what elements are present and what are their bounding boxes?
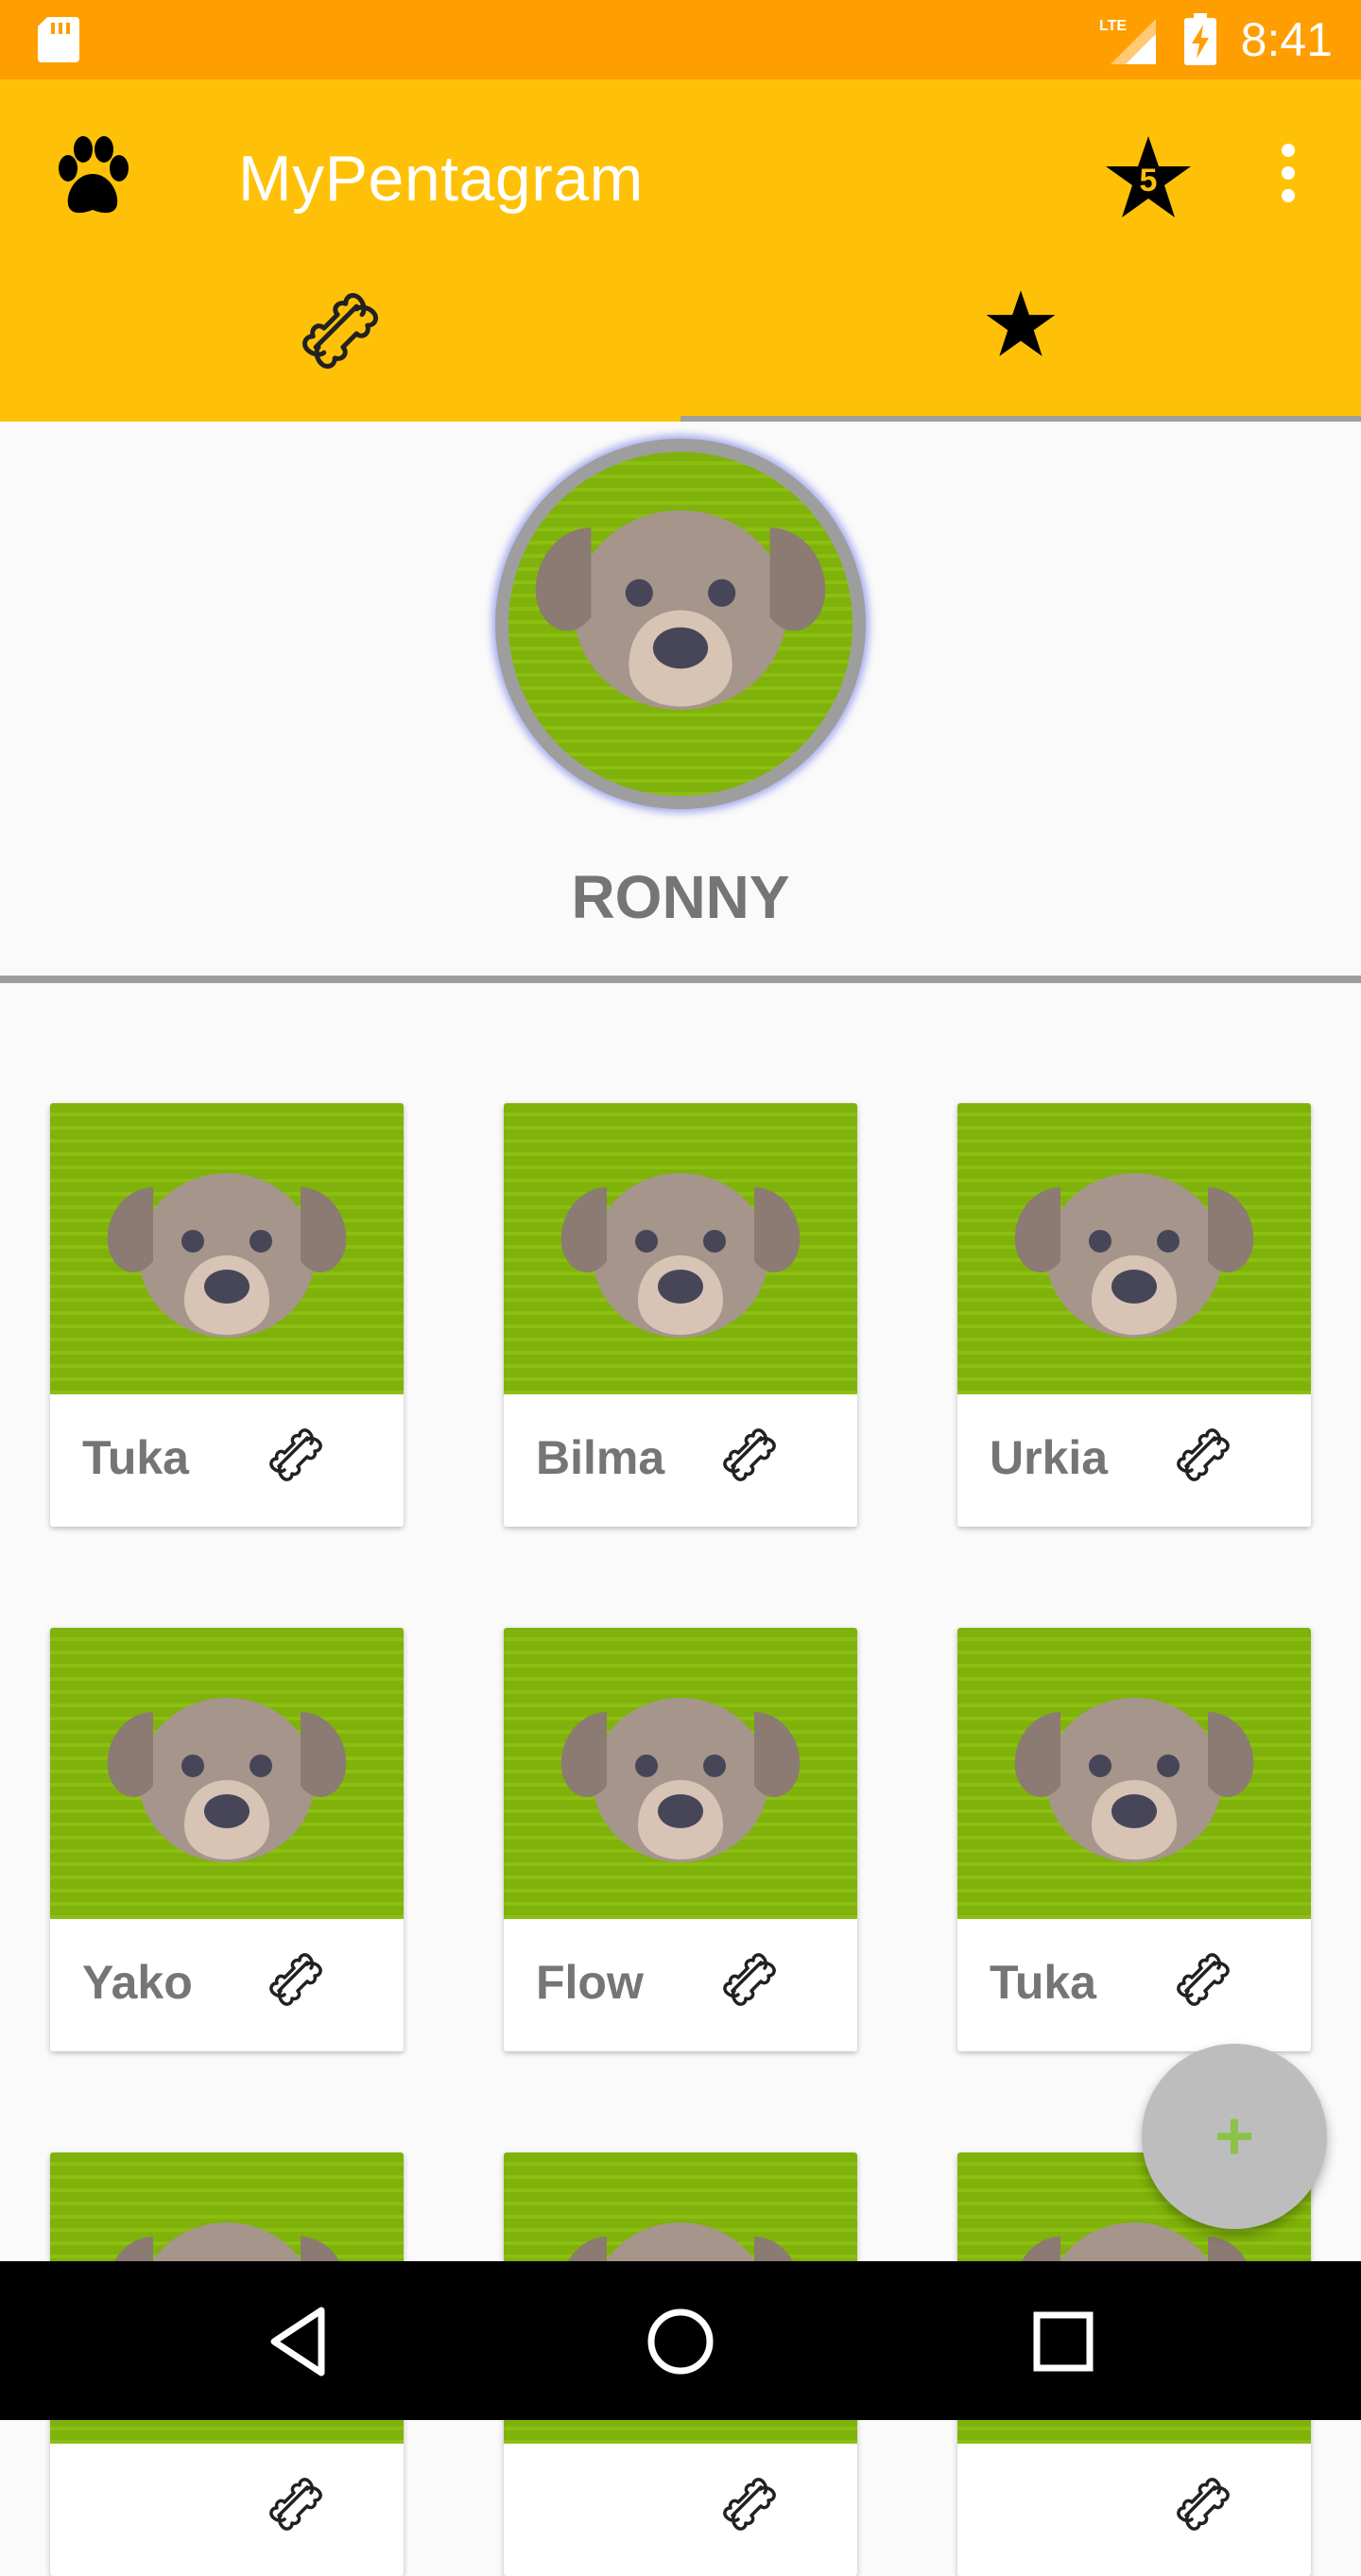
pet-name: Urkia bbox=[990, 1431, 1109, 1484]
pet-card[interactable]: Tuka bbox=[50, 1103, 404, 1527]
dot bbox=[1282, 144, 1295, 157]
pet-name: Flow bbox=[536, 1956, 644, 2009]
bone-icon bbox=[297, 287, 384, 374]
app-bar: MyPentagram 5 bbox=[0, 79, 1361, 422]
dot bbox=[1282, 189, 1295, 202]
bone-like-icon[interactable] bbox=[719, 2474, 780, 2534]
pet-name: Bilma bbox=[536, 1431, 665, 1484]
clock: 8:41 bbox=[1240, 13, 1333, 66]
avatar-photo bbox=[508, 452, 853, 796]
home-icon[interactable] bbox=[638, 2299, 723, 2384]
profile-name: RONNY bbox=[571, 863, 790, 931]
pet-photo bbox=[957, 1628, 1311, 1919]
rating-count: 5 bbox=[1139, 162, 1158, 199]
pet-photo bbox=[957, 1103, 1311, 1394]
app-title: MyPentagram bbox=[238, 143, 644, 215]
dog-face-icon bbox=[1014, 1173, 1254, 1338]
bone-like-icon[interactable] bbox=[266, 1949, 326, 2010]
pet-name: Tuka bbox=[82, 1431, 189, 1484]
pet-name: Yako bbox=[82, 1956, 193, 2009]
pet-photo bbox=[504, 1103, 857, 1394]
pet-photo bbox=[50, 1628, 404, 1919]
dog-face-icon bbox=[1014, 1698, 1254, 1862]
paw-icon bbox=[59, 136, 129, 214]
divider bbox=[0, 976, 1361, 983]
bone-like-icon[interactable] bbox=[266, 1425, 326, 1485]
add-pet-button[interactable]: + bbox=[1142, 2044, 1327, 2229]
pet-photo bbox=[504, 1628, 857, 1919]
status-bar: LTE 8:41 bbox=[0, 0, 1361, 79]
navigation-bar bbox=[0, 2261, 1361, 2420]
dog-face-icon bbox=[560, 1173, 801, 1338]
tab-favorites[interactable] bbox=[680, 268, 1361, 422]
battery-charging-icon bbox=[1183, 13, 1216, 65]
star-icon bbox=[986, 290, 1056, 356]
pet-card[interactable]: Yako bbox=[50, 1628, 404, 2051]
pet-card[interactable]: Bilma bbox=[504, 1103, 857, 1527]
signal-lte-icon: LTE bbox=[1099, 18, 1156, 64]
profile-avatar[interactable] bbox=[495, 439, 866, 809]
dog-face-icon bbox=[107, 1698, 347, 1862]
favorites-rating-button[interactable]: 5 bbox=[1104, 132, 1193, 221]
dot bbox=[1282, 166, 1295, 180]
bone-like-icon[interactable] bbox=[719, 1425, 780, 1485]
dog-face-icon bbox=[535, 510, 826, 710]
tab-indicator-track bbox=[680, 416, 1361, 422]
sd-card-icon bbox=[38, 17, 79, 62]
bone-like-icon[interactable] bbox=[719, 1949, 780, 2010]
tab-indicator bbox=[0, 416, 680, 422]
recents-icon[interactable] bbox=[1021, 2299, 1106, 2384]
pet-photo bbox=[50, 1103, 404, 1394]
bone-like-icon[interactable] bbox=[1173, 1425, 1233, 1485]
svg-text:LTE: LTE bbox=[1099, 18, 1127, 34]
bone-like-icon[interactable] bbox=[1173, 2474, 1233, 2534]
pet-name: Tuka bbox=[990, 1956, 1096, 2009]
pet-card[interactable]: Tuka bbox=[957, 1628, 1311, 2051]
bone-like-icon[interactable] bbox=[266, 2474, 326, 2534]
pet-card[interactable]: Flow bbox=[504, 1628, 857, 2051]
back-icon[interactable] bbox=[255, 2299, 340, 2384]
pet-card[interactable]: Urkia bbox=[957, 1103, 1311, 1527]
overflow-menu-button[interactable] bbox=[1263, 136, 1314, 221]
plus-icon: + bbox=[1214, 2099, 1255, 2174]
tab-bones[interactable] bbox=[0, 268, 680, 422]
dog-face-icon bbox=[560, 1698, 801, 1862]
dog-face-icon bbox=[107, 1173, 347, 1338]
bone-like-icon[interactable] bbox=[1173, 1949, 1233, 2010]
